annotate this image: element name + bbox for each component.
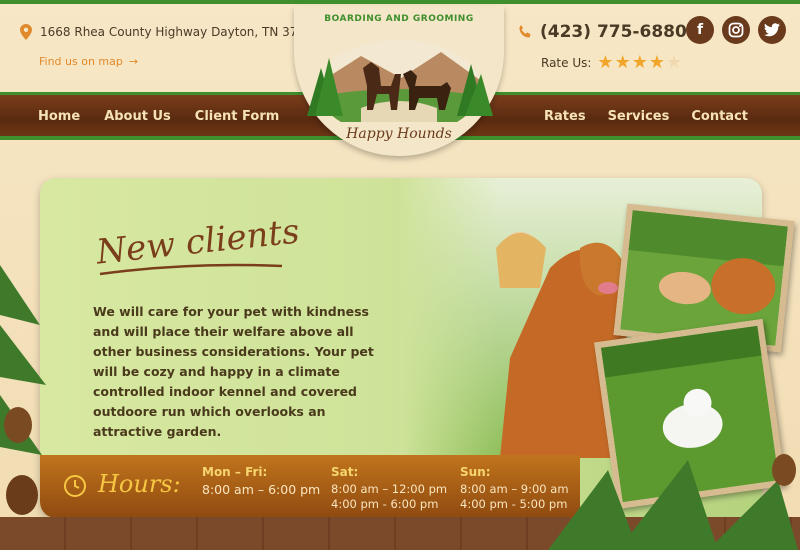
nav-left-group: Home About Us Client Form — [38, 109, 279, 124]
intro-paragraph: We will care for your pet with kindness … — [93, 304, 374, 439]
arrow-right-icon: → — [128, 55, 139, 68]
hours-time: 4:00 pm - 6:00 pm — [331, 497, 439, 511]
nav-home[interactable]: Home — [38, 109, 80, 124]
find-us-label: Find us on map — [39, 55, 123, 68]
instagram-icon[interactable] — [722, 16, 750, 44]
hours-day-label: Sat: — [331, 465, 359, 479]
address-text: 1668 Rhea County Highway Dayton, TN 3732… — [40, 25, 321, 39]
rating-stars[interactable]: ★ ★ ★ ★ ★ — [597, 54, 682, 72]
rate-us: Rate Us: ★ ★ ★ ★ ★ — [541, 54, 682, 72]
twitter-icon[interactable] — [758, 16, 786, 44]
find-us-link[interactable]: Find us on map → — [39, 55, 138, 68]
hours-day-label: Mon – Fri: — [202, 465, 268, 479]
nav-right-group: Rates Services Contact — [544, 109, 748, 124]
social-links: f — [686, 16, 786, 44]
nav-contact[interactable]: Contact — [691, 109, 748, 124]
nav-about-us[interactable]: About Us — [104, 109, 171, 124]
hours-weekdays: Mon – Fri: 8:00 am – 6:00 pm — [202, 465, 320, 497]
pine-branch-left — [0, 265, 46, 515]
hours-time: 8:00 am – 12:00 pm — [331, 482, 448, 496]
star-icon[interactable]: ★ — [615, 54, 631, 72]
heading-underline — [99, 263, 283, 276]
site-logo[interactable]: BOARDING AND GROOMING Happy Hounds — [294, 6, 504, 156]
top-accent-line — [0, 0, 800, 4]
phone-icon — [519, 25, 531, 38]
star-icon[interactable]: ★ — [632, 54, 648, 72]
star-icon[interactable]: ★ — [597, 54, 613, 72]
address: 1668 Rhea County Highway Dayton, TN 3732… — [20, 24, 320, 40]
nav-services[interactable]: Services — [608, 109, 670, 124]
phone-number: (423) 775-6880 — [540, 22, 687, 42]
nav-rates[interactable]: Rates — [544, 109, 586, 124]
facebook-icon[interactable]: f — [686, 16, 714, 44]
hours-title: Hours: — [98, 470, 181, 498]
logo-brand-name: Happy Hounds — [346, 126, 452, 142]
logo-tagline: BOARDING AND GROOMING — [324, 14, 474, 24]
star-icon[interactable]: ★ — [649, 54, 665, 72]
location-pin-icon — [20, 24, 32, 40]
star-icon[interactable]: ★ — [666, 54, 682, 72]
clock-icon — [64, 475, 86, 497]
logo-dogs-scene — [307, 40, 493, 122]
hours-time: 8:00 am – 6:00 pm — [202, 482, 321, 497]
rate-us-label: Rate Us: — [541, 56, 592, 70]
hours-saturday: Sat: 8:00 am – 12:00 pm 4:00 pm - 6:00 p… — [331, 465, 447, 512]
phone[interactable]: (423) 775-6880 — [518, 22, 687, 42]
pine-branch-right — [548, 454, 798, 550]
nav-client-form[interactable]: Client Form — [195, 109, 280, 124]
